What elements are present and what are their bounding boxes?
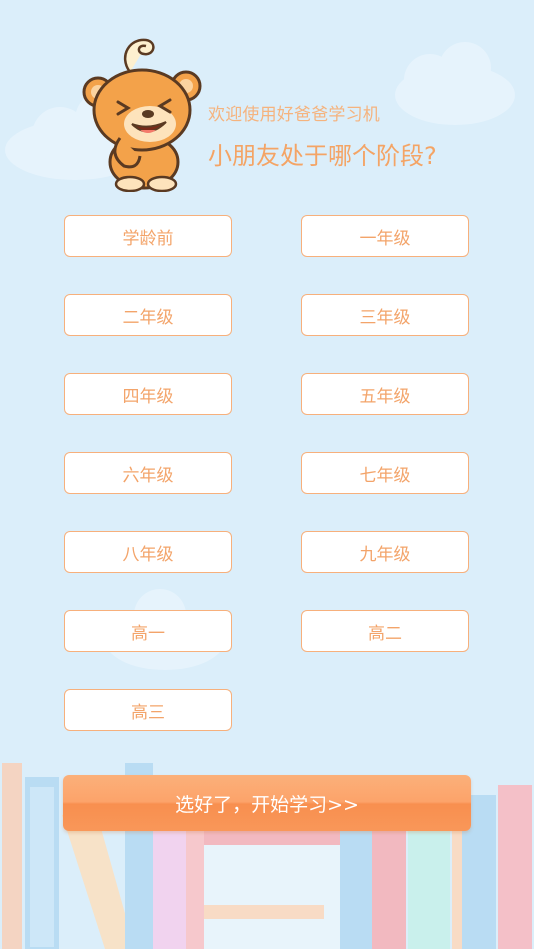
grade-button-grade-6[interactable]: 六年级 xyxy=(64,452,232,494)
grade-button-high-3[interactable]: 高三 xyxy=(64,689,232,731)
grade-button-grade-9[interactable]: 九年级 xyxy=(301,531,469,573)
bear-mascot-icon xyxy=(78,34,204,196)
grade-button-high-2[interactable]: 高二 xyxy=(301,610,469,652)
grade-button-grade-4[interactable]: 四年级 xyxy=(64,373,232,415)
grade-button-grade-7[interactable]: 七年级 xyxy=(301,452,469,494)
grade-button-high-1[interactable]: 高一 xyxy=(64,610,232,652)
grade-button-grade-5[interactable]: 五年级 xyxy=(301,373,469,415)
stage-question: 小朋友处于哪个阶段? xyxy=(208,142,437,170)
welcome-text: 欢迎使用好爸爸学习机 xyxy=(208,105,380,125)
start-learning-button[interactable]: 选好了，开始学习>> xyxy=(63,775,471,831)
header: 欢迎使用好爸爸学习机 小朋友处于哪个阶段? xyxy=(0,0,534,200)
grade-button-grade-8[interactable]: 八年级 xyxy=(64,531,232,573)
grade-button-grade-3[interactable]: 三年级 xyxy=(301,294,469,336)
grade-button-grade-2[interactable]: 二年级 xyxy=(64,294,232,336)
grade-button-grade-1[interactable]: 一年级 xyxy=(301,215,469,257)
grade-button-preschool[interactable]: 学龄前 xyxy=(64,215,232,257)
